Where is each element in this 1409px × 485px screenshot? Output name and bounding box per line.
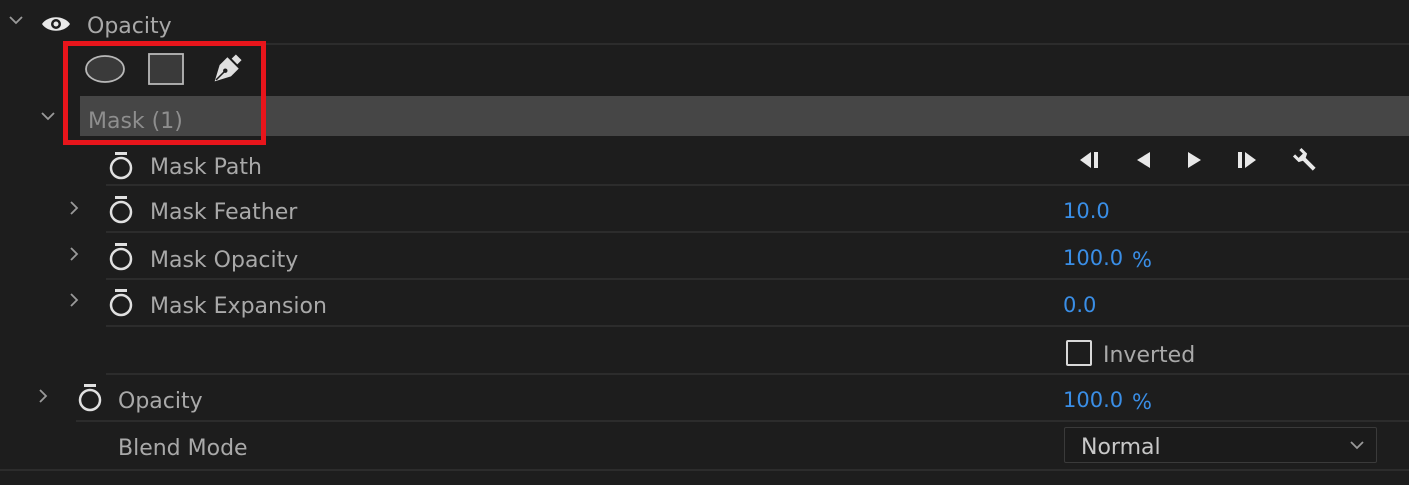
stopwatch-icon[interactable]: [77, 383, 103, 413]
opacity-effect-label: Opacity: [87, 14, 172, 39]
chevron-right-icon: [70, 293, 79, 307]
opacity-unit: %: [1132, 390, 1152, 414]
opacity-effect-twirl[interactable]: [6, 10, 26, 30]
play-forward-icon: [1188, 152, 1201, 168]
mask-expansion-value[interactable]: 0.0: [1063, 295, 1096, 316]
next-keyframe-button[interactable]: [1232, 146, 1262, 174]
opacity-label: Opacity: [118, 389, 203, 414]
divider: [106, 278, 1409, 280]
mask-path-label: Mask Path: [150, 155, 262, 180]
divider: [76, 420, 1409, 422]
blend-mode-label: Blend Mode: [118, 436, 248, 461]
mask-row[interactable]: [80, 96, 1409, 136]
stopwatch-icon[interactable]: [108, 195, 134, 225]
opacity-twirl[interactable]: [33, 386, 53, 406]
blend-mode-dropdown[interactable]: Normal: [1064, 427, 1377, 463]
mask-twirl[interactable]: [38, 106, 58, 126]
stopwatch-icon[interactable]: [108, 288, 134, 318]
stopwatch-icon[interactable]: [108, 151, 134, 181]
mask-opacity-value[interactable]: 100.0: [1063, 248, 1123, 269]
chevron-right-icon: [39, 389, 48, 403]
eye-icon: [42, 17, 70, 31]
go-to-next-keyframe-icon: [1238, 152, 1256, 168]
chevron-down-icon: [1350, 441, 1364, 450]
track-settings-button[interactable]: [1288, 146, 1322, 174]
divider: [106, 184, 1409, 186]
mask-opacity-unit: %: [1132, 248, 1152, 272]
chevron-right-icon: [70, 201, 79, 215]
go-to-previous-keyframe-icon: [1080, 152, 1098, 168]
mask-opacity-label: Mask Opacity: [150, 248, 299, 273]
previous-keyframe-button[interactable]: [1076, 146, 1106, 174]
mask-opacity-twirl[interactable]: [64, 244, 84, 264]
inverted-label: Inverted: [1103, 343, 1196, 368]
chevron-down-icon: [41, 112, 55, 121]
mask-feather-value[interactable]: 10.0: [1063, 201, 1110, 222]
divider: [0, 469, 1409, 471]
visibility-toggle[interactable]: [40, 12, 72, 36]
wrench-icon: [1292, 147, 1316, 171]
chevron-right-icon: [70, 247, 79, 261]
divider: [106, 373, 1409, 375]
opacity-value[interactable]: 100.0: [1063, 390, 1123, 411]
chevron-down-icon: [9, 16, 23, 25]
mask-expansion-twirl[interactable]: [64, 290, 84, 310]
mask-feather-label: Mask Feather: [150, 200, 298, 225]
divider: [106, 231, 1409, 233]
blend-mode-selected: Normal: [1081, 435, 1161, 460]
track-backward-button[interactable]: [1128, 146, 1158, 174]
highlight-box: [63, 41, 266, 145]
play-backward-icon: [1137, 152, 1150, 168]
inverted-checkbox[interactable]: [1066, 340, 1092, 366]
mask-expansion-label: Mask Expansion: [150, 294, 327, 319]
stopwatch-icon[interactable]: [108, 242, 134, 272]
mask-feather-twirl[interactable]: [64, 198, 84, 218]
divider: [82, 43, 1409, 45]
track-forward-button[interactable]: [1180, 146, 1210, 174]
divider: [106, 325, 1409, 327]
